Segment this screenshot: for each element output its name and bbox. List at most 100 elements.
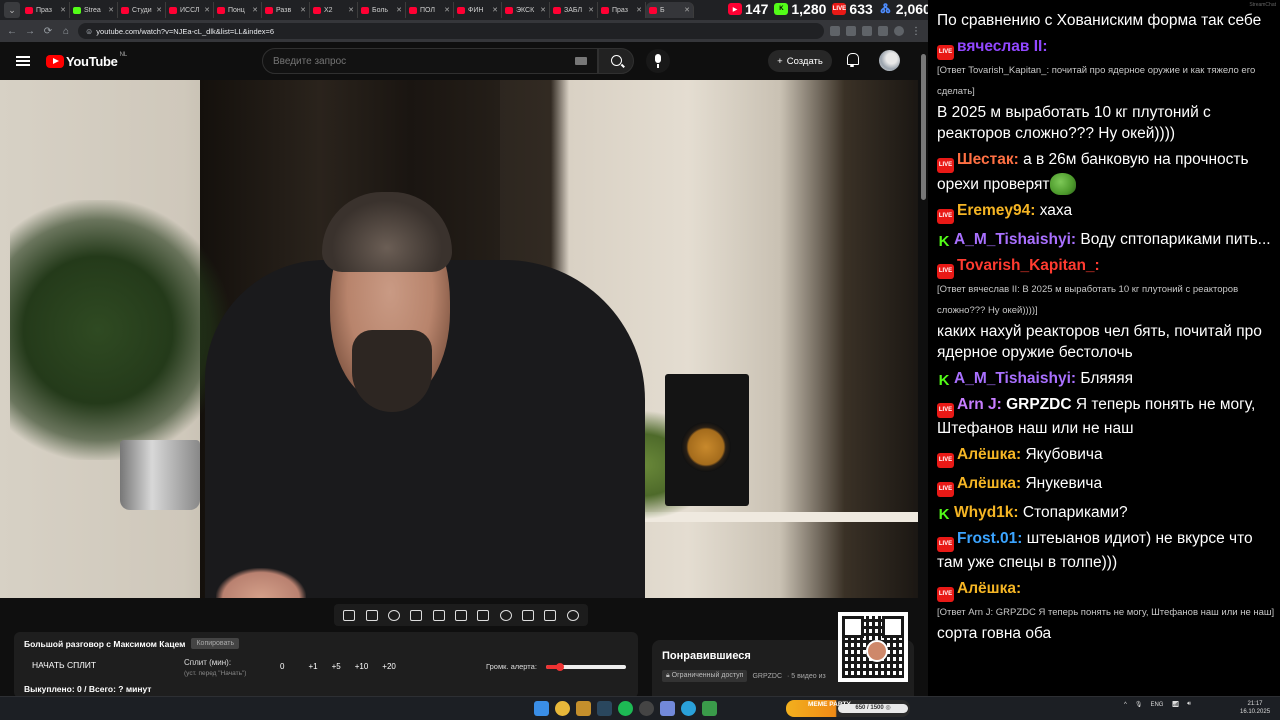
tab-close-icon[interactable]: ✕ xyxy=(300,6,306,14)
tab-close-icon[interactable]: ✕ xyxy=(444,6,450,14)
film-icon[interactable] xyxy=(432,609,445,621)
tab-close-icon[interactable]: ✕ xyxy=(492,6,498,14)
video-player[interactable] xyxy=(0,80,918,598)
step-button[interactable]: +10 xyxy=(355,662,369,671)
tab-close-icon[interactable]: ✕ xyxy=(588,6,594,14)
chat-username[interactable]: Алёшка: xyxy=(957,580,1021,597)
chrome-icon[interactable] xyxy=(555,701,570,716)
speed-icon[interactable] xyxy=(499,609,512,621)
back-icon[interactable]: ← xyxy=(6,26,18,37)
browser-tab[interactable]: Х2 ✕ xyxy=(310,2,358,18)
tab-close-icon[interactable]: ✕ xyxy=(540,6,546,14)
chevron-up-icon[interactable]: ^ xyxy=(1124,702,1127,708)
window-icon[interactable] xyxy=(454,609,467,621)
loop-icon[interactable] xyxy=(343,609,356,621)
sort-icon[interactable] xyxy=(365,609,378,621)
step-button[interactable]: +20 xyxy=(382,662,396,671)
wifi-icon[interactable]: 📶︎ xyxy=(1171,701,1179,708)
spotify-icon[interactable] xyxy=(618,701,633,716)
site-info-icon[interactable]: ⊜ xyxy=(86,27,92,36)
chat-username[interactable]: Arn J: xyxy=(957,396,1002,413)
menu-icon[interactable]: ⋮ xyxy=(910,26,922,37)
audio-icon[interactable] xyxy=(387,609,400,621)
browser-tab[interactable]: ПОЛ ✕ xyxy=(406,2,454,18)
search-input[interactable] xyxy=(273,55,575,67)
step-button[interactable]: +1 xyxy=(308,662,317,671)
windows-start-icon[interactable] xyxy=(534,701,549,716)
search-icon[interactable] xyxy=(598,48,634,74)
browser-tab[interactable]: ЗАБЛ ✕ xyxy=(550,2,598,18)
tab-close-icon[interactable]: ✕ xyxy=(60,6,66,14)
notifications-bell-icon[interactable] xyxy=(846,53,859,67)
start-split-button[interactable]: НАЧАТЬ СПЛИТ xyxy=(32,660,96,670)
camera-icon[interactable] xyxy=(544,609,557,621)
volume-icon[interactable]: 🔊︎ xyxy=(1187,701,1191,708)
chat-username[interactable]: Алёшка: xyxy=(957,446,1021,463)
create-button[interactable]: + Создать xyxy=(768,50,832,72)
file-explorer-icon[interactable] xyxy=(576,701,591,716)
step-button[interactable]: +5 xyxy=(332,662,341,671)
tab-close-icon[interactable]: ✕ xyxy=(636,6,642,14)
browser-tab[interactable]: ФИН ✕ xyxy=(454,2,502,18)
hamburger-menu-icon[interactable] xyxy=(16,56,30,66)
clock[interactable]: 21:17 16.10.2025 xyxy=(1240,700,1270,716)
scroll-thumb[interactable] xyxy=(921,54,926,200)
language-indicator[interactable]: ENG xyxy=(1150,702,1163,708)
tab-close-icon[interactable]: ✕ xyxy=(396,6,402,14)
chat-username[interactable]: Алёшка: xyxy=(957,475,1021,492)
page-scrollbar[interactable] xyxy=(919,42,928,696)
browser-tab[interactable]: Б ✕ xyxy=(646,2,694,18)
address-bar[interactable]: ⊜ youtube.com/watch?v=NJEa-cL_dlk&list=L… xyxy=(78,23,824,39)
browser-tab[interactable]: Праз ✕ xyxy=(22,2,70,18)
picture-icon[interactable] xyxy=(522,609,535,621)
avatar[interactable] xyxy=(879,50,900,71)
forward-icon[interactable]: → xyxy=(24,26,36,37)
tab-close-icon[interactable]: ✕ xyxy=(108,6,114,14)
playlist-owner[interactable]: GRPZDC xyxy=(752,673,782,680)
extension-icon[interactable] xyxy=(830,26,840,36)
keyboard-icon[interactable] xyxy=(575,57,587,65)
app-icon[interactable] xyxy=(702,701,717,716)
tab-close-icon[interactable]: ✕ xyxy=(252,6,258,14)
chat-username[interactable]: Frost.01: xyxy=(957,530,1022,547)
chat-username[interactable]: вячеслав II: xyxy=(957,38,1047,55)
extension-icon[interactable] xyxy=(862,26,872,36)
microphone-tray-icon[interactable]: 🎙︎ xyxy=(1135,701,1143,708)
tab-close-icon[interactable]: ✕ xyxy=(684,6,690,14)
tab-close-icon[interactable]: ✕ xyxy=(348,6,354,14)
browser-tab[interactable]: ЭКСК ✕ xyxy=(502,2,550,18)
alert-volume-slider[interactable] xyxy=(546,663,626,671)
obs-icon[interactable] xyxy=(639,701,654,716)
gear-icon[interactable] xyxy=(566,609,579,621)
tab-close-icon[interactable]: ✕ xyxy=(156,6,162,14)
search-box[interactable] xyxy=(262,48,598,74)
chat-username[interactable]: A_M_Tishaishyi: xyxy=(954,370,1076,387)
microphone-icon[interactable] xyxy=(646,49,670,73)
cinema-icon[interactable] xyxy=(410,609,423,621)
slider-knob[interactable] xyxy=(556,663,565,671)
chat-username[interactable]: Шестак: xyxy=(957,151,1019,168)
chat-username[interactable]: Whyd1k: xyxy=(954,504,1019,521)
browser-tab[interactable]: ИССЛ ✕ xyxy=(166,2,214,18)
tab-close-icon[interactable]: ✕ xyxy=(204,6,210,14)
screen-icon[interactable] xyxy=(477,609,490,621)
browser-tab[interactable]: Strea ✕ xyxy=(70,2,118,18)
chat-username[interactable]: Eremey94: xyxy=(957,202,1035,219)
tab-search-icon[interactable]: ⌄ xyxy=(4,2,20,18)
home-icon[interactable]: ⌂ xyxy=(60,26,72,37)
youtube-logo[interactable]: YouTube NL xyxy=(46,52,127,69)
chat-username[interactable]: A_M_Tishaishyi: xyxy=(954,231,1076,248)
extension-icon[interactable] xyxy=(846,26,856,36)
browser-tab[interactable]: Боль ✕ xyxy=(358,2,406,18)
download-icon[interactable] xyxy=(878,26,888,36)
browser-tab[interactable]: Студи ✕ xyxy=(118,2,166,18)
app-icon[interactable] xyxy=(660,701,675,716)
telegram-icon[interactable] xyxy=(681,701,696,716)
profile-icon[interactable] xyxy=(894,26,904,36)
reload-icon[interactable]: ⟳ xyxy=(42,26,54,37)
steam-icon[interactable] xyxy=(597,701,612,716)
browser-tab[interactable]: Праз ✕ xyxy=(598,2,646,18)
chat-username[interactable]: Tovarish_Kapitan_: xyxy=(957,257,1100,274)
browser-tab[interactable]: Понц ✕ xyxy=(214,2,262,18)
copy-button[interactable]: Копировать xyxy=(191,638,240,649)
